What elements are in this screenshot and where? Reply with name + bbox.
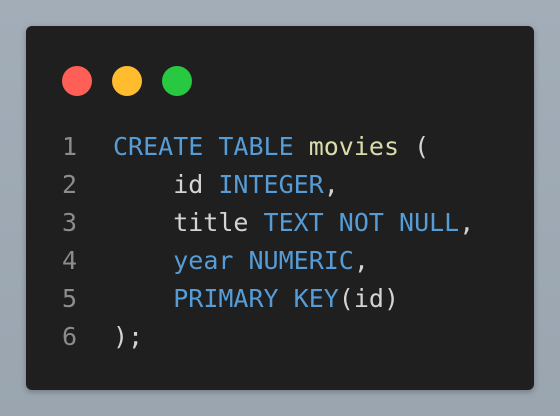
code-token: ,: [459, 207, 475, 237]
code-text: CREATE TABLE movies (: [113, 132, 429, 161]
table-name: movies: [308, 131, 400, 161]
line-number: 1: [61, 131, 77, 161]
minimize-dot[interactable]: [112, 66, 142, 96]
code-token: (id): [338, 283, 400, 313]
line-number: 6: [61, 321, 77, 351]
code-line: 3 title TEXT NOT NULL,: [26, 203, 534, 241]
code-line: 1 CREATE TABLE movies (: [26, 127, 534, 165]
sql-keyword: TABLE: [218, 131, 294, 161]
line-number: 2: [61, 169, 77, 199]
close-dot[interactable]: [62, 66, 92, 96]
code-text: PRIMARY KEY(id): [113, 284, 399, 313]
code-text: id INTEGER,: [113, 170, 339, 199]
code-window: 1 CREATE TABLE movies (2 id INTEGER, 3 tit…: [26, 26, 534, 390]
maximize-dot[interactable]: [162, 66, 192, 96]
sql-keyword: CREATE: [113, 131, 204, 161]
code-token: );: [113, 321, 144, 351]
code-line: 6);: [26, 317, 534, 355]
sql-keyword: PRIMARY: [173, 283, 279, 313]
code-token: (: [399, 131, 430, 161]
sql-keyword: NUMERIC: [248, 245, 354, 275]
sql-keyword: NOT: [338, 207, 384, 237]
sql-keyword: KEY: [293, 283, 339, 313]
sql-keyword: year: [173, 245, 234, 275]
code-text: title TEXT NOT NULL,: [113, 208, 474, 237]
code-text: year NUMERIC,: [113, 246, 369, 275]
line-number: 3: [61, 207, 77, 237]
code-token: id: [113, 169, 219, 199]
code-line: 5 PRIMARY KEY(id): [26, 279, 534, 317]
code-block: 1 CREATE TABLE movies (2 id INTEGER, 3 tit…: [26, 127, 534, 355]
window-controls: [62, 66, 192, 96]
code-text: );: [113, 322, 143, 351]
sql-keyword: INTEGER: [218, 169, 324, 199]
code-token: ,: [323, 169, 339, 199]
sql-keyword: NULL: [399, 207, 460, 237]
sql-keyword: TEXT: [263, 207, 324, 237]
code-line: 4 year NUMERIC,: [26, 241, 534, 279]
line-number: 4: [61, 245, 77, 275]
line-number: 5: [61, 283, 77, 313]
code-token: title: [113, 207, 264, 237]
code-token: ,: [353, 245, 369, 275]
code-line: 2 id INTEGER,: [26, 165, 534, 203]
